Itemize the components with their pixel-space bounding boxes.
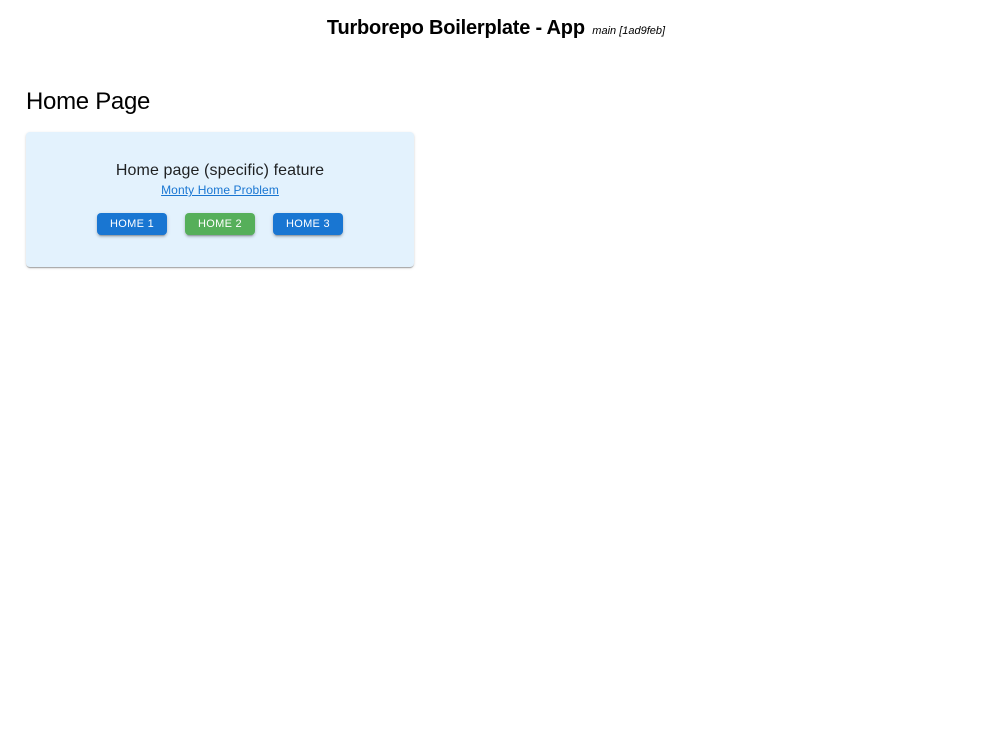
page-title: Home Page — [26, 88, 992, 116]
home-2-button[interactable]: HOME 2 — [185, 213, 255, 235]
app-meta: main [1ad9feb] — [592, 25, 665, 37]
monty-home-problem-link[interactable]: Monty Home Problem — [161, 183, 279, 197]
feature-card: Home page (specific) feature Monty Home … — [26, 132, 414, 267]
app-title: Turborepo Boilerplate - App — [327, 17, 585, 39]
app-header: Turborepo Boilerplate - App main [1ad9fe… — [0, 0, 992, 50]
button-row: HOME 1 HOME 2 HOME 3 — [42, 213, 398, 235]
home-1-button[interactable]: HOME 1 — [97, 213, 167, 235]
main-content: Home Page Home page (specific) feature M… — [0, 50, 992, 267]
home-3-button[interactable]: HOME 3 — [273, 213, 343, 235]
card-title: Home page (specific) feature — [42, 162, 398, 180]
